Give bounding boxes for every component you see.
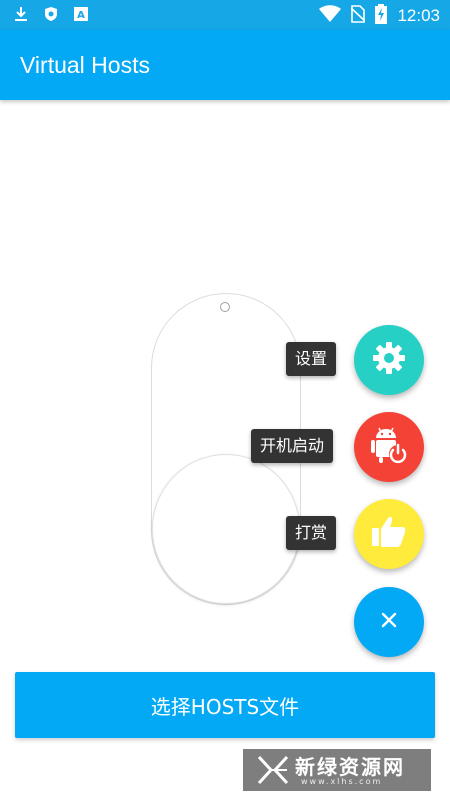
thumbs-up-icon: [371, 515, 407, 553]
close-icon: [381, 612, 397, 632]
fab-label-settings[interactable]: 设置: [286, 342, 337, 376]
status-time: 12:03: [397, 6, 440, 25]
no-sim-icon: [350, 5, 366, 27]
toggle-indicator-hole: [220, 302, 230, 312]
toggle-knob[interactable]: [152, 454, 300, 604]
gear-icon: [371, 340, 407, 380]
download-icon: [14, 6, 28, 26]
app-bar: Virtual Hosts: [0, 30, 450, 100]
status-system: 12:03: [319, 4, 440, 28]
select-hosts-file-button[interactable]: 选择HOSTS文件: [15, 672, 435, 738]
boot-start-fab-button[interactable]: [354, 412, 424, 482]
wifi-icon: [319, 5, 342, 27]
svg-text:A: A: [77, 10, 85, 21]
watermark-text: 新绿资源网: [295, 755, 405, 779]
watermark-logo-icon: [257, 755, 289, 789]
watermark: 新绿资源网 www.xlhs.com: [243, 749, 431, 791]
status-bar: A 12:03: [0, 0, 450, 30]
a-badge-icon: A: [74, 6, 88, 26]
close-fab-button[interactable]: [354, 587, 424, 657]
battery-charging-icon: [375, 4, 388, 28]
watermark-url: www.xlhs.com: [301, 777, 383, 786]
settings-fab-button[interactable]: [354, 325, 424, 395]
android-power-icon: [368, 424, 410, 470]
shield-icon: [44, 6, 58, 26]
fab-label-boot-start[interactable]: 开机启动: [251, 429, 334, 463]
status-notifications: A: [14, 6, 88, 26]
fab-label-tip[interactable]: 打赏: [286, 516, 337, 550]
tip-fab-button[interactable]: [354, 499, 424, 569]
page-title: Virtual Hosts: [20, 52, 150, 78]
